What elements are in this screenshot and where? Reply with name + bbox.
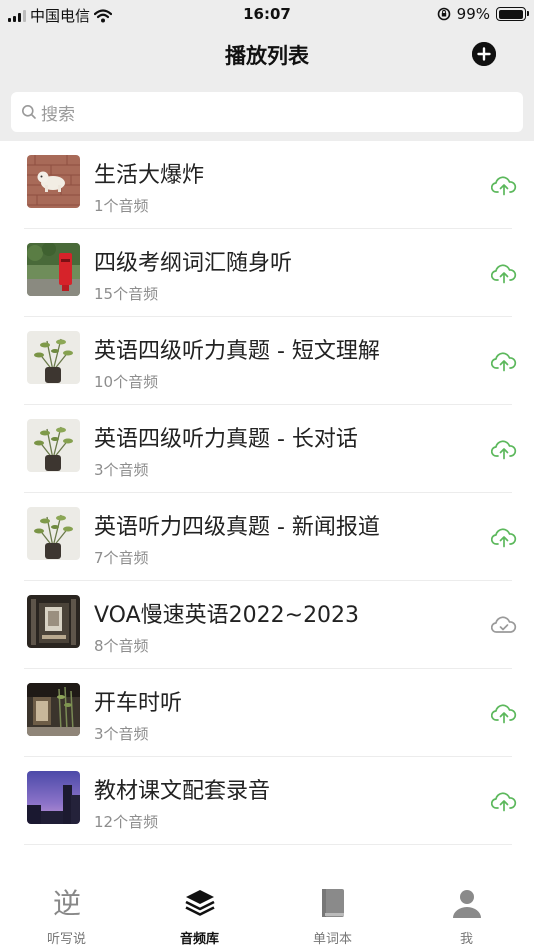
plus-icon [472, 42, 496, 66]
add-playlist-button[interactable] [472, 42, 496, 66]
cloud-upload-icon[interactable] [491, 526, 517, 548]
cloud-upload-icon[interactable] [491, 790, 517, 812]
playlist-thumbnail [27, 507, 80, 560]
playlist-item[interactable]: 开车时听 3个音频 [0, 669, 534, 757]
page-title: 播放列表 [225, 44, 309, 68]
playlist-thumbnail [27, 331, 80, 384]
playlist-thumbnail [27, 155, 80, 208]
search-input[interactable]: 搜索 [11, 92, 523, 132]
playlist-thumbnail [27, 771, 80, 824]
layers-icon [184, 890, 215, 916]
playlist-name: 英语四级听力真题 - 短文理解 [94, 339, 380, 364]
playlist-name: 教材课文配套录音 [94, 779, 271, 804]
search-icon [22, 105, 36, 119]
playlist-count: 8个音频 [94, 637, 149, 655]
tab-dictation[interactable]: 逆 听写说 [0, 880, 133, 950]
playlist-count: 1个音频 [94, 197, 149, 215]
playlist-count: 7个音频 [94, 549, 149, 567]
playlist-name: 英语四级听力真题 - 长对话 [94, 427, 358, 452]
playlist-count: 10个音频 [94, 373, 159, 391]
tab-bar: 逆 听写说 音频库 单词本 我 [0, 880, 534, 950]
playlist-item[interactable]: 英语四级听力真题 - 短文理解 10个音频 [0, 317, 534, 405]
playlist-item[interactable]: 四级考纲词汇随身听 15个音频 [0, 229, 534, 317]
playlist-thumbnail [27, 419, 80, 472]
playlist-thumbnail [27, 595, 80, 648]
playlist-count: 12个音频 [94, 813, 159, 831]
header-area: 中国电信 16:07 99% 播放列表 搜索 [0, 0, 534, 141]
playlist-count: 3个音频 [94, 461, 149, 479]
playlist-item[interactable]: 英语四级听力真题 - 长对话 3个音频 [0, 405, 534, 493]
battery-percent: 99% [456, 5, 490, 23]
playlist-list: 生活大爆炸 1个音频 四级考纲词汇随身听 15个音频 英语四级听力真题 - 短文… [0, 141, 534, 845]
search-placeholder: 搜索 [41, 104, 75, 125]
cloud-upload-icon[interactable] [491, 174, 517, 196]
playlist-item[interactable]: 生活大爆炸 1个音频 [0, 141, 534, 229]
playlist-item[interactable]: 教材课文配套录音 12个音频 [0, 757, 534, 845]
playlist-thumbnail [27, 683, 80, 736]
playlist-name: 四级考纲词汇随身听 [94, 251, 293, 276]
person-icon [452, 890, 481, 918]
navbar: 播放列表 [0, 30, 534, 76]
cloud-upload-icon[interactable] [491, 350, 517, 372]
playlist-thumbnail [27, 243, 80, 296]
cloud-upload-icon[interactable] [491, 702, 517, 724]
status-bar: 中国电信 16:07 99% [0, 0, 534, 28]
tab-label: 听写说 [46, 932, 86, 947]
playlist-count: 15个音频 [94, 285, 159, 303]
tab-audio-library[interactable]: 音频库 [133, 880, 266, 950]
tab-me[interactable]: 我 [400, 880, 533, 950]
playlist-name: 生活大爆炸 [94, 163, 205, 188]
playlist-name: 英语听力四级真题 - 新闻报道 [94, 515, 380, 540]
cloud-upload-icon[interactable] [491, 438, 517, 460]
rotation-lock-icon [437, 7, 450, 21]
tab-vocabulary[interactable]: 单词本 [266, 880, 399, 950]
playlist-name: 开车时听 [94, 691, 183, 716]
playlist-count: 3个音频 [94, 725, 149, 743]
playlist-name: VOA慢速英语2022~2023 [94, 603, 360, 628]
tab-label: 单词本 [312, 932, 352, 947]
playlist-item[interactable]: VOA慢速英语2022~2023 8个音频 [0, 581, 534, 669]
tab-label: 音频库 [179, 932, 219, 947]
battery-icon [496, 7, 529, 21]
playlist-item[interactable]: 英语听力四级真题 - 新闻报道 7个音频 [0, 493, 534, 581]
ni-character-icon: 逆 [52, 887, 80, 920]
cloud-upload-icon[interactable] [491, 262, 517, 284]
cloud-check-icon [491, 616, 517, 633]
book-icon [321, 889, 344, 917]
tab-label: 我 [459, 932, 473, 947]
svg-text:逆: 逆 [52, 887, 80, 920]
